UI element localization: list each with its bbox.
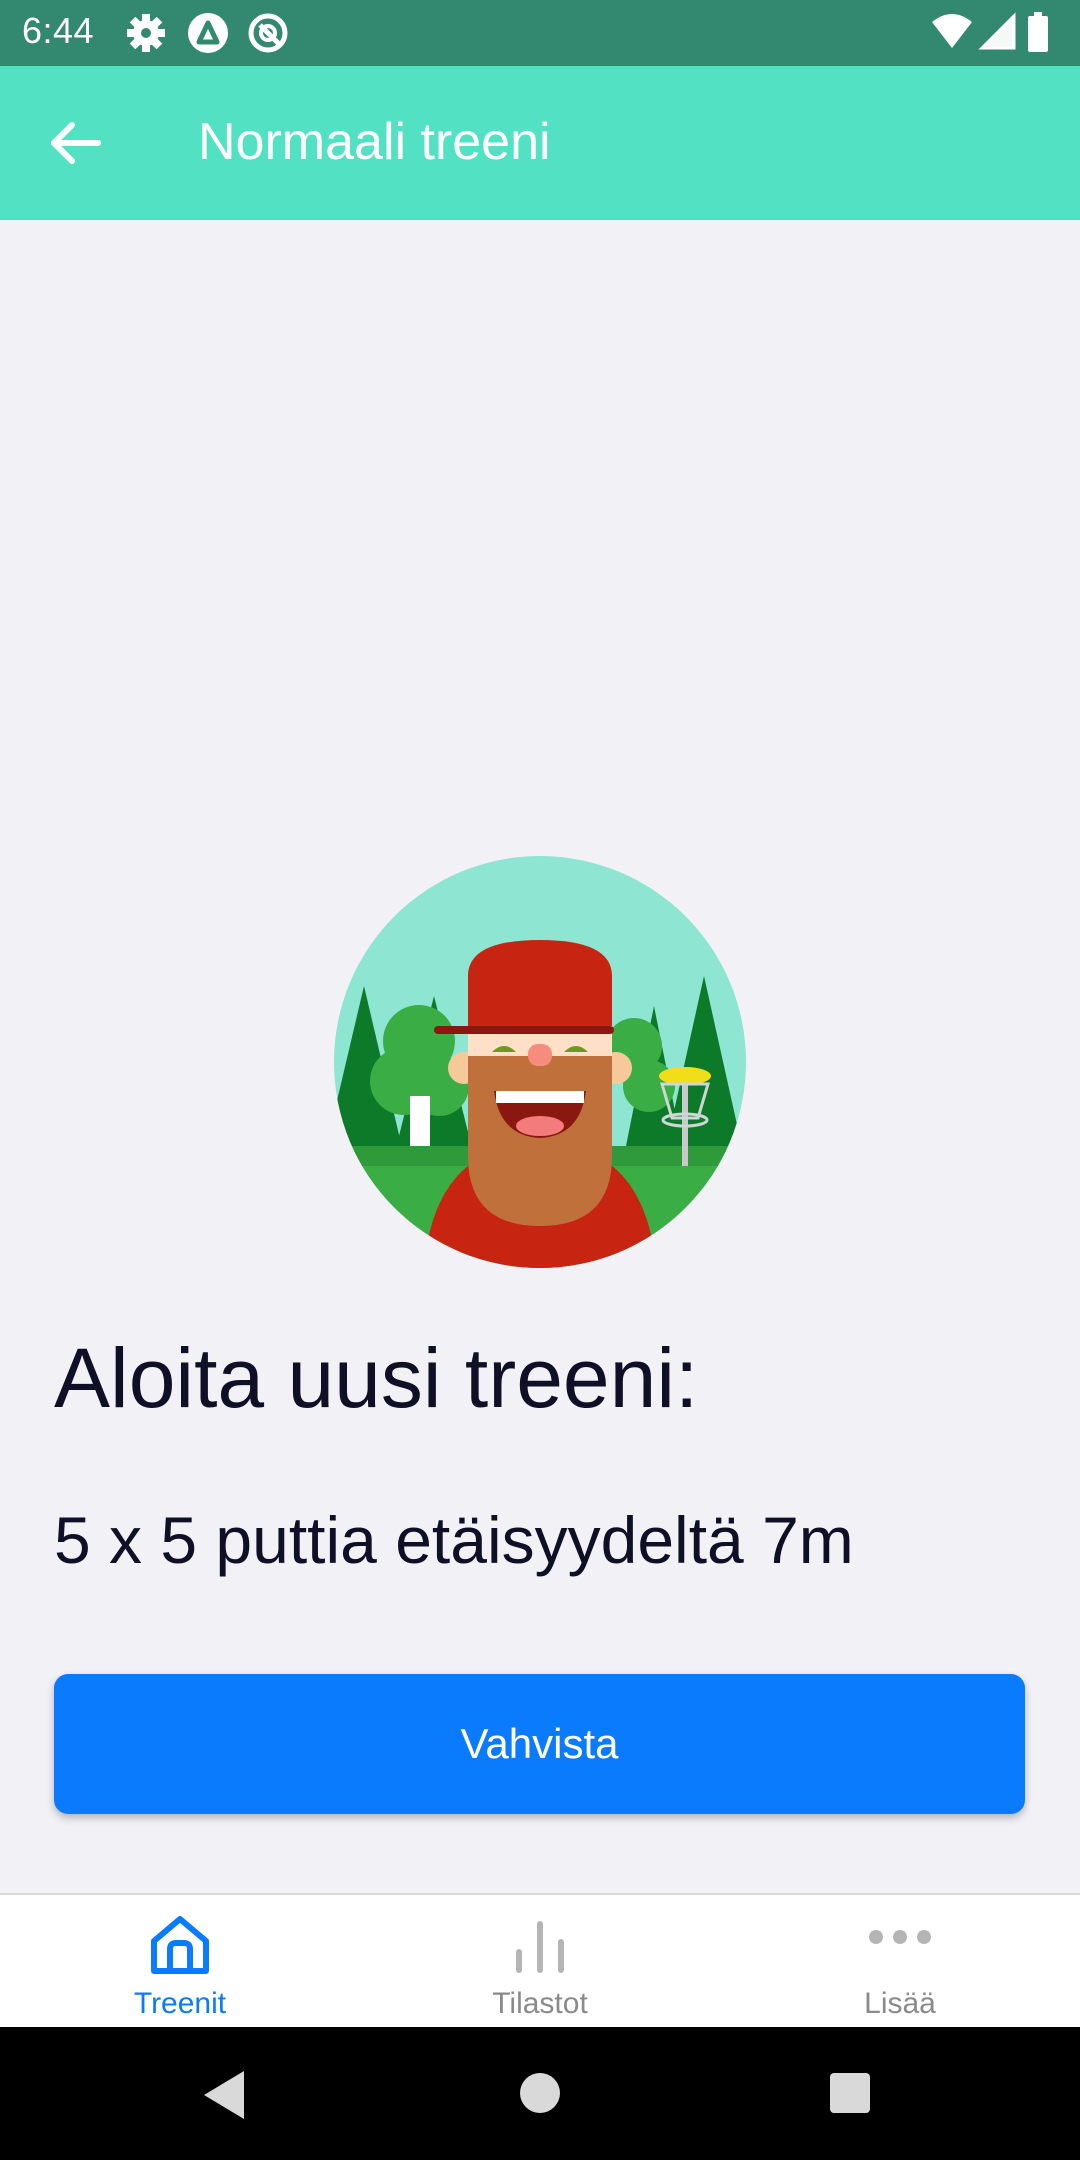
recents-square-icon[interactable] <box>828 2071 872 2115</box>
bearded-golfer-illustration <box>334 856 746 1268</box>
stats-icon <box>516 1921 564 1973</box>
app-a-icon <box>188 13 228 53</box>
at-icon <box>248 13 288 53</box>
wifi-icon <box>932 14 972 48</box>
status-right-icons <box>932 12 1048 52</box>
bottom-nav: Treenit Tilastot Lisää <box>0 1893 1080 2029</box>
status-time: 6:44 <box>22 10 95 51</box>
arrow-left-icon <box>51 122 101 164</box>
nav-label: Treenit <box>133 1987 227 2020</box>
nav-item-lisaa[interactable]: Lisää <box>720 1895 1080 2029</box>
nav-label: Lisää <box>864 1987 936 2020</box>
workout-description: 5 x 5 puttia etäisyydeltä 7m <box>54 1503 854 1577</box>
nav-label: Tilastot <box>492 1987 588 2020</box>
back-triangle-icon[interactable] <box>200 2069 248 2121</box>
status-left-icons <box>127 13 288 53</box>
more-icon <box>869 1930 931 1944</box>
status-bar: 6:44 <box>0 0 1080 66</box>
gear-icon <box>127 14 165 52</box>
nav-item-treenit[interactable]: Treenit <box>0 1895 360 2029</box>
home-circle-icon[interactable] <box>518 2071 562 2115</box>
page-title: Normaali treeni <box>198 113 551 171</box>
home-icon <box>151 1916 209 1974</box>
confirm-button[interactable]: Vahvista <box>54 1674 1025 1814</box>
back-button[interactable] <box>40 110 112 176</box>
system-nav-bar <box>0 2027 1080 2160</box>
battery-icon <box>1028 12 1048 52</box>
headline: Aloita uusi treeni: <box>54 1331 699 1425</box>
nav-item-tilastot[interactable]: Tilastot <box>360 1895 720 2029</box>
confirm-button-label: Vahvista <box>460 1720 619 1767</box>
app-bar: Normaali treeni <box>0 66 1080 220</box>
